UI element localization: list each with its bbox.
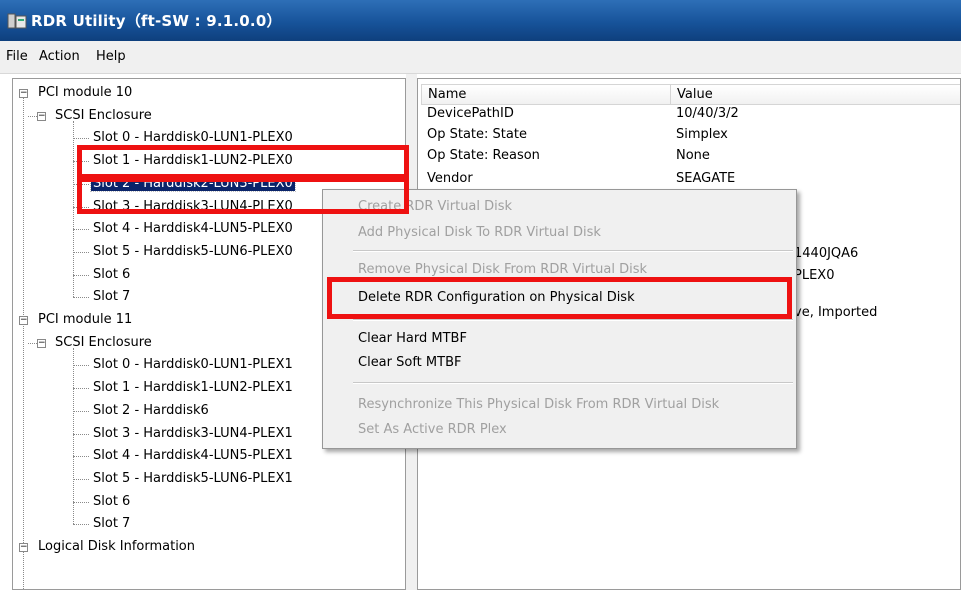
- menu-action[interactable]: Action: [39, 49, 80, 64]
- tree-node[interactable]: Slot 7: [91, 513, 132, 535]
- column-header-value[interactable]: Value: [670, 84, 960, 105]
- property-value: Simplex: [676, 127, 728, 142]
- tree-connector: [28, 115, 37, 117]
- tree-node-label: Slot 5 - Harddisk5-LUN6-PLEX0: [93, 243, 293, 259]
- tree-node-label: Slot 4 - Harddisk4-LUN5-PLEX1: [93, 448, 293, 464]
- collapse-icon[interactable]: −: [19, 316, 28, 325]
- tree-node[interactable]: Slot 1 - Harddisk1-LUN2-PLEX1: [91, 377, 295, 399]
- tree-node[interactable]: Slot 2 - Harddisk6: [91, 400, 211, 422]
- tree-connector: [73, 120, 74, 298]
- tree-node-label: Slot 2 - Harddisk6: [93, 402, 209, 418]
- collapse-icon[interactable]: −: [19, 89, 28, 98]
- tree-node[interactable]: Slot 5 - Harddisk5-LUN6-PLEX1: [91, 468, 295, 490]
- property-name: Op State: State: [427, 127, 527, 142]
- menu-add-physical-disk[interactable]: Add Physical Disk To RDR Virtual Disk: [358, 221, 601, 245]
- tree-connector: [73, 501, 89, 503]
- tree-connector: [73, 274, 89, 276]
- tree-node[interactable]: Slot 6: [91, 264, 132, 286]
- tree-node-label: Slot 5 - Harddisk5-LUN6-PLEX1: [93, 470, 293, 486]
- tree-node[interactable]: PCI module 11: [36, 309, 134, 331]
- property-name: DevicePathID: [427, 106, 514, 121]
- menu-bar: File Action Help: [0, 41, 961, 74]
- annotation-box-slot2: [77, 177, 409, 214]
- property-value-partial: ve, Imported: [794, 305, 878, 320]
- tree-node[interactable]: Slot 5 - Harddisk5-LUN6-PLEX0: [91, 241, 295, 263]
- menu-help[interactable]: Help: [96, 49, 126, 64]
- tree-node[interactable]: Slot 7: [91, 286, 132, 308]
- tree-node[interactable]: Slot 0 - Harddisk0-LUN1-PLEX1: [91, 354, 295, 376]
- tree-node-label: PCI module 10: [38, 85, 133, 100]
- tree-connector: [23, 93, 24, 589]
- tree-node-label: Slot 0 - Harddisk0-LUN1-PLEX0: [93, 130, 293, 146]
- collapse-icon[interactable]: −: [37, 111, 46, 121]
- menu-separator: [353, 250, 793, 252]
- tree-node[interactable]: Slot 3 - Harddisk3-LUN4-PLEX1: [91, 423, 295, 445]
- window-title: RDR Utility（ft-SW : 9.1.0.0）: [31, 12, 282, 30]
- tree-node-label: Slot 4 - Harddisk4-LUN5-PLEX0: [93, 221, 293, 237]
- tree-node-label: Slot 0 - Harddisk0-LUN1-PLEX1: [93, 357, 293, 373]
- annotation-box-delete-menu-item: [327, 277, 792, 319]
- context-menu: Create RDR Virtual Disk Add Physical Dis…: [322, 189, 797, 449]
- tree-node[interactable]: Slot 4 - Harddisk4-LUN5-PLEX0: [91, 218, 295, 240]
- tree-node[interactable]: Slot 6: [91, 491, 132, 513]
- property-value: 10/40/3/2: [676, 106, 739, 121]
- tree-connector: [73, 410, 89, 412]
- tree-node-label: Slot 3 - Harddisk3-LUN4-PLEX1: [93, 425, 293, 441]
- property-name: Vendor: [427, 171, 473, 186]
- collapse-icon[interactable]: −: [19, 543, 28, 552]
- tree-connector: [73, 138, 89, 140]
- menu-separator: [353, 319, 793, 321]
- tree-connector: [73, 297, 89, 299]
- collapse-icon[interactable]: −: [37, 338, 46, 348]
- tree-node-label: Slot 7: [93, 289, 131, 305]
- tree-connector: [73, 229, 89, 231]
- app-icon: [7, 13, 27, 29]
- menu-separator: [353, 382, 793, 384]
- menu-clear-soft-mtbf[interactable]: Clear Soft MTBF: [358, 351, 461, 375]
- tree-node-label: Logical Disk Information: [38, 539, 195, 554]
- property-value: None: [676, 148, 710, 163]
- property-value-partial: PLEX0: [794, 268, 835, 283]
- tree-connector: [73, 347, 74, 525]
- tree-connector: [73, 251, 89, 253]
- menu-clear-hard-mtbf[interactable]: Clear Hard MTBF: [358, 327, 467, 351]
- tree-connector: [73, 456, 89, 458]
- tree-connector: [73, 478, 89, 480]
- menu-file[interactable]: File: [6, 49, 28, 64]
- tree-node-label: SCSI Enclosure: [55, 107, 152, 123]
- annotation-box-slot1: [77, 145, 409, 179]
- tree-node-label: Slot 7: [93, 516, 131, 532]
- property-value-partial: 1440JQA6: [794, 246, 859, 261]
- property-value: SEAGATE: [676, 171, 736, 186]
- tree-connector: [28, 342, 37, 344]
- tree-node[interactable]: Logical Disk Information: [36, 536, 197, 558]
- tree-node[interactable]: PCI module 10: [36, 82, 134, 104]
- menu-set-active-rdr-plex[interactable]: Set As Active RDR Plex: [358, 418, 507, 442]
- tree-node-label: SCSI Enclosure: [55, 334, 152, 350]
- tree-node[interactable]: SCSI Enclosure: [53, 332, 154, 354]
- tree-node[interactable]: SCSI Enclosure: [53, 105, 154, 127]
- tree-node-label: PCI module 11: [38, 312, 133, 327]
- tree-connector: [73, 365, 89, 367]
- property-name: Op State: Reason: [427, 148, 540, 163]
- title-bar: RDR Utility（ft-SW : 9.1.0.0）: [0, 0, 961, 41]
- tree-node-label: Slot 1 - Harddisk1-LUN2-PLEX1: [93, 380, 293, 396]
- menu-resynchronize-physical-disk[interactable]: Resynchronize This Physical Disk From RD…: [358, 393, 719, 417]
- tree-connector: [73, 388, 89, 390]
- tree-node-label: Slot 6: [93, 493, 131, 509]
- tree-connector: [73, 433, 89, 435]
- tree-connector: [73, 524, 89, 526]
- column-header-name[interactable]: Name: [421, 84, 671, 105]
- tree-node[interactable]: Slot 4 - Harddisk4-LUN5-PLEX1: [91, 445, 295, 467]
- tree-node-label: Slot 6: [93, 266, 131, 282]
